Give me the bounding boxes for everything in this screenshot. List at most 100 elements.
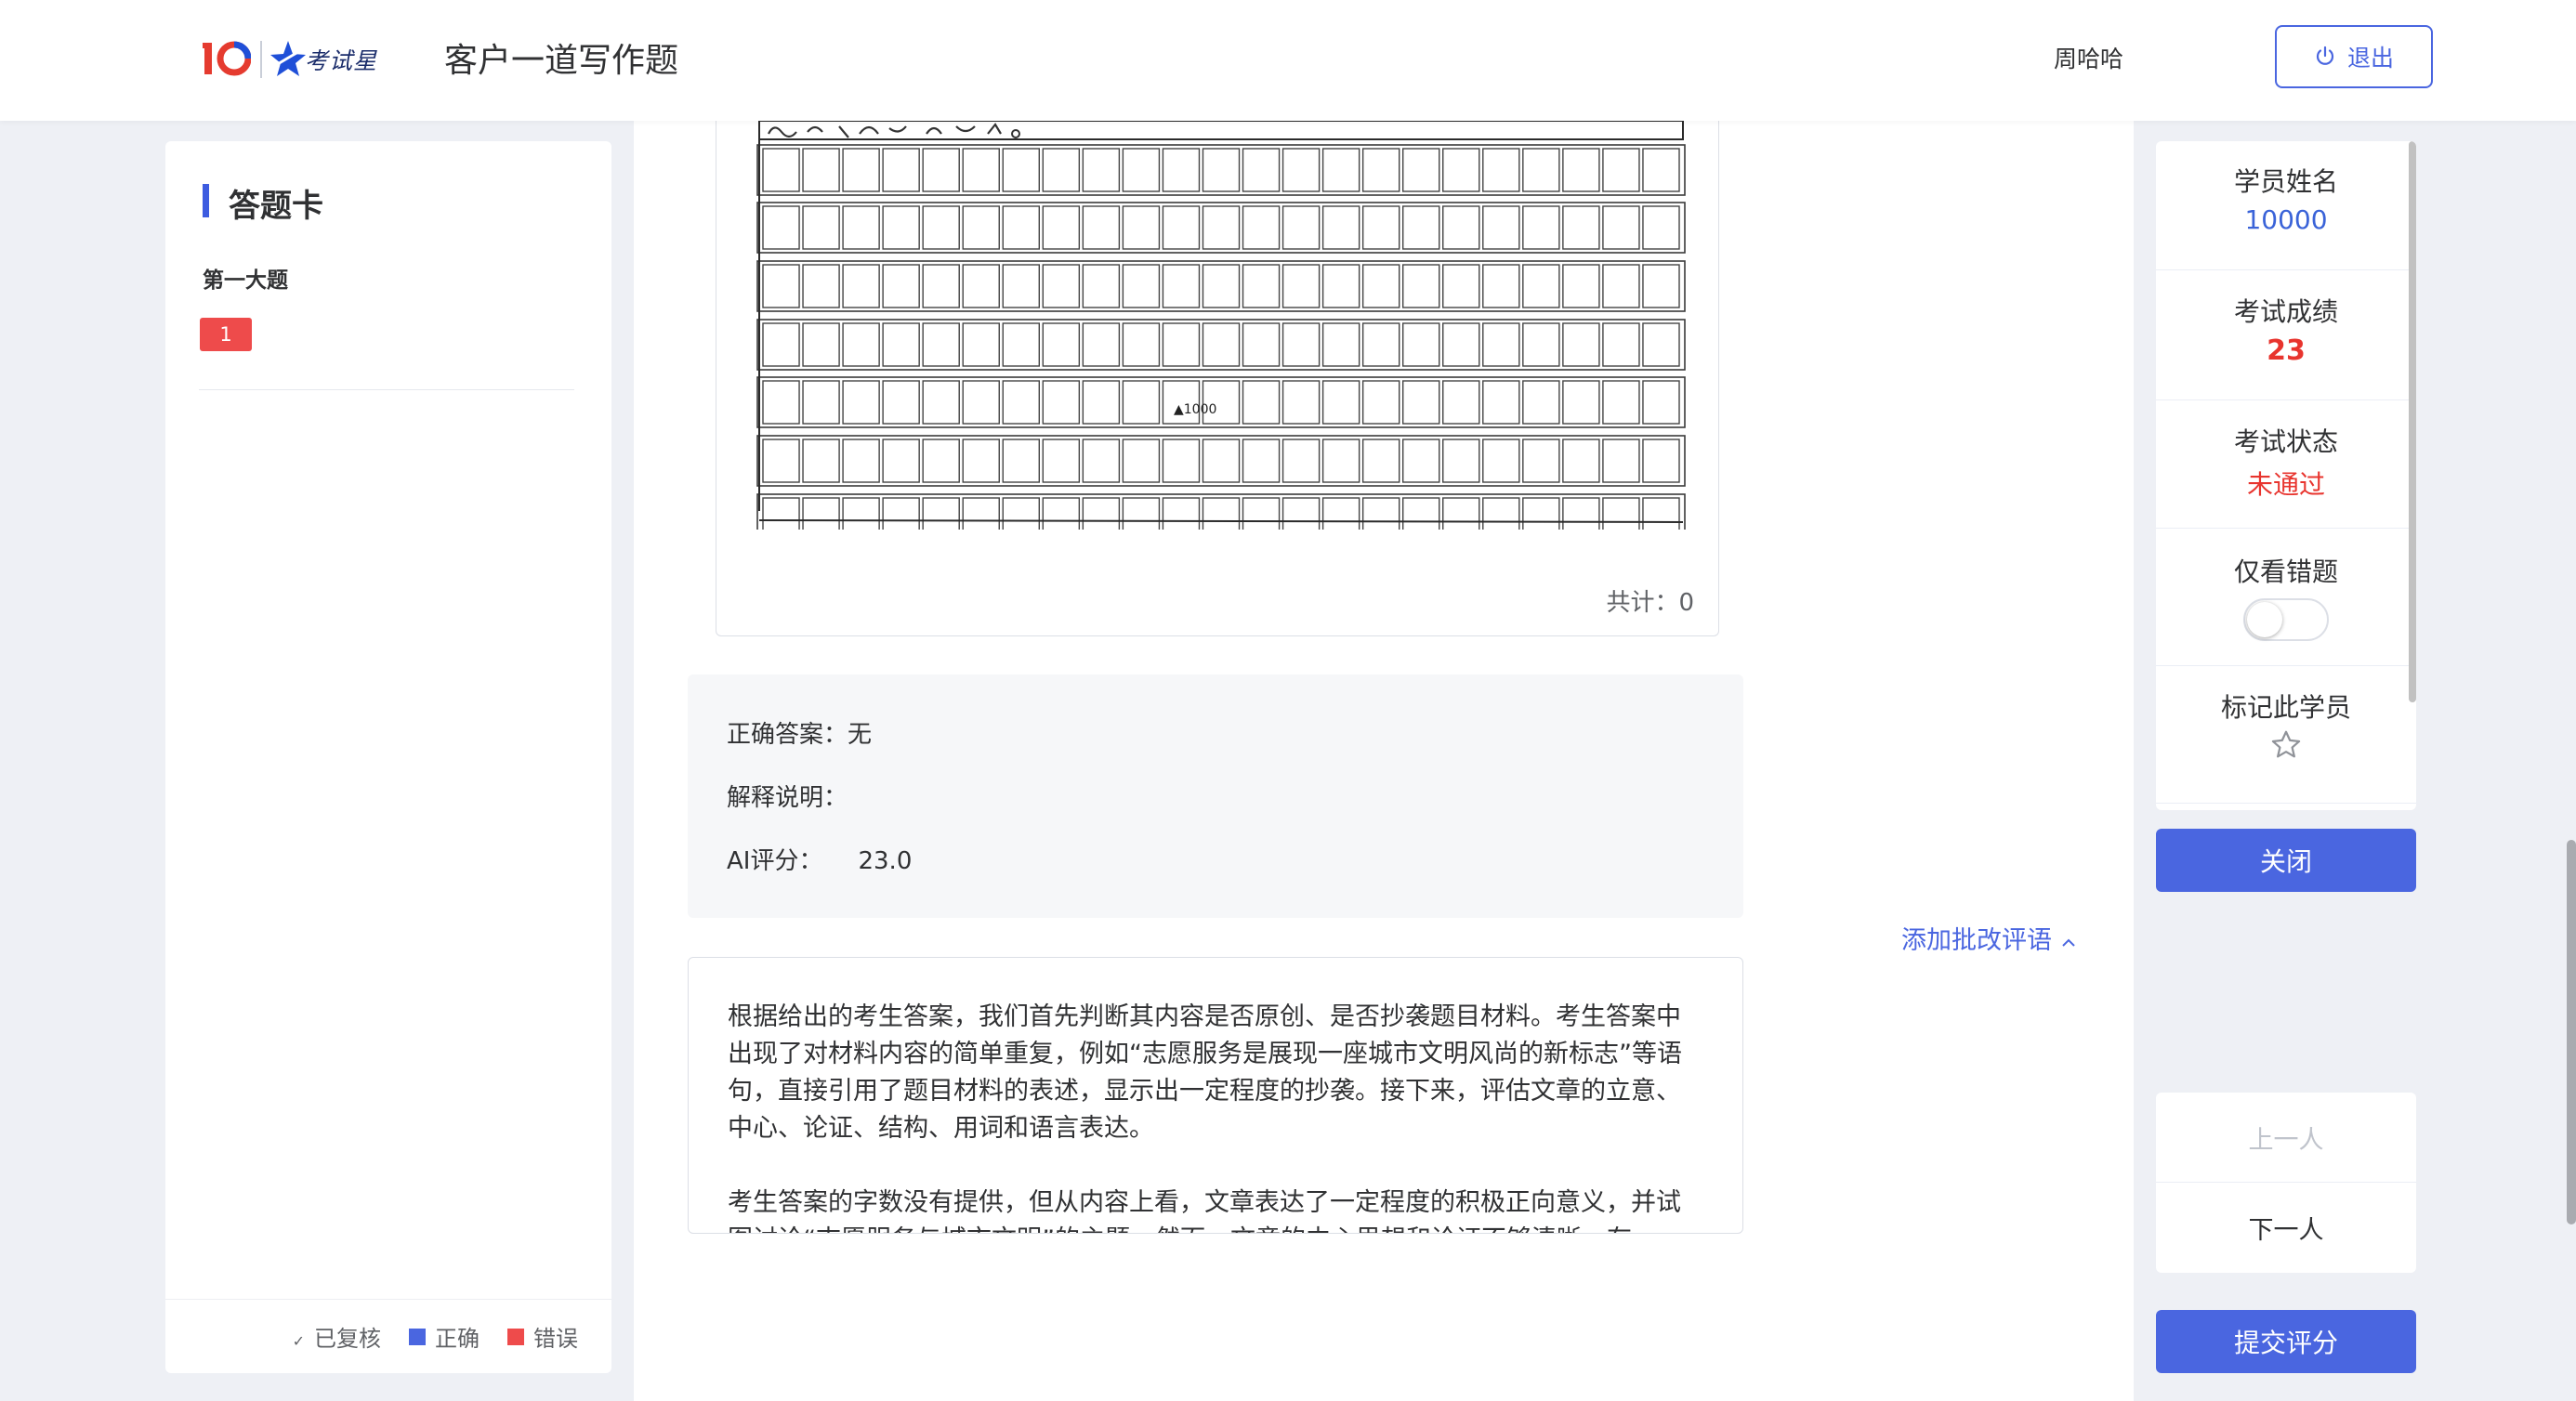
grid-cell xyxy=(1002,205,1041,250)
grid-cell xyxy=(882,439,920,483)
legend-correct: 正确 xyxy=(409,1320,480,1353)
exam-status-label: 考试状态 xyxy=(2233,426,2338,457)
grid-cell xyxy=(1602,148,1640,192)
total-count: 共计：0 xyxy=(1606,589,1694,617)
grid-cell xyxy=(1281,439,1321,483)
grid-cell xyxy=(882,322,920,367)
question-number-badge[interactable]: 1 xyxy=(200,318,252,351)
grid-cell xyxy=(842,205,880,250)
grid-cell xyxy=(922,148,960,192)
grid-cell xyxy=(922,264,960,308)
grid-cell xyxy=(762,439,800,483)
grid-cell xyxy=(1002,264,1041,308)
top-header: 考试星 客户一道写作题 周哈哈 退出 xyxy=(0,0,2576,121)
grid-cell xyxy=(1122,497,1161,530)
ai-score-label: AI评分： xyxy=(727,847,823,875)
handwritten-answer-sheet-image[interactable]: ▲1000 xyxy=(750,121,1689,530)
grid-cell xyxy=(962,439,1000,483)
explanation-line: 解释说明： xyxy=(727,779,848,813)
grid-cell xyxy=(1401,148,1440,192)
next-student-button[interactable]: 下一人 xyxy=(2156,1183,2416,1272)
grid-cell xyxy=(1202,148,1241,192)
star-outline-icon[interactable] xyxy=(2269,728,2303,762)
logo-separator xyxy=(260,41,262,78)
grid-cell xyxy=(962,380,1000,425)
legend-wrong: 错误 xyxy=(507,1320,578,1353)
grid-cell xyxy=(1401,264,1440,308)
grid-cell xyxy=(1281,264,1321,308)
add-comment-label: 添加批改评语 xyxy=(1901,926,2052,955)
grid-cell xyxy=(1482,205,1520,250)
submit-score-button[interactable]: 提交评分 xyxy=(2156,1310,2416,1373)
grid-cell xyxy=(1562,497,1600,530)
grid-cell xyxy=(1602,439,1640,483)
grid-cell xyxy=(1522,322,1560,367)
grid-cell xyxy=(1522,497,1560,530)
grid-cell xyxy=(802,380,840,425)
add-comment-link[interactable]: 添加批改评语 xyxy=(1901,920,2077,956)
grid-cell xyxy=(922,205,960,250)
grid-cell xyxy=(922,497,960,530)
check-icon: ✓ xyxy=(292,1332,305,1350)
grid-cell xyxy=(1562,264,1600,308)
grid-cell xyxy=(1361,322,1400,367)
grid-cell xyxy=(1642,148,1680,192)
grid-cell xyxy=(1162,439,1201,483)
grid-cell xyxy=(882,148,920,192)
grid-cell xyxy=(1122,380,1161,425)
grid-cell xyxy=(842,380,880,425)
grid-cell xyxy=(1642,205,1680,250)
grid-cell xyxy=(1122,322,1161,367)
grid-cell xyxy=(1202,264,1241,308)
grid-cell xyxy=(1281,380,1321,425)
grid-cell xyxy=(802,148,840,192)
grid-cell xyxy=(882,380,920,425)
logout-button[interactable]: 退出 xyxy=(2275,25,2433,88)
grid-cell xyxy=(1002,497,1041,530)
prev-student-button[interactable]: 上一人 xyxy=(2156,1093,2416,1183)
user-name[interactable]: 周哈哈 xyxy=(2054,41,2123,74)
grid-cell xyxy=(1361,439,1400,483)
grid-cell xyxy=(1122,148,1161,192)
grid-cell xyxy=(1482,439,1520,483)
brand-ten-logo-icon xyxy=(203,41,251,76)
grid-cell xyxy=(1401,205,1440,250)
grid-cell xyxy=(1321,439,1360,483)
student-info-panel: 学员姓名 10000 考试成绩 23 考试状态 未通过 仅看错题 标记此学员 xyxy=(2156,141,2416,810)
grid-cell xyxy=(922,380,960,425)
grid-cell xyxy=(1242,439,1281,483)
grid-cell xyxy=(1042,439,1081,483)
exam-score-row: 考试成绩 23 xyxy=(2156,269,2416,400)
exam-score-label: 考试成绩 xyxy=(2233,296,2338,327)
grid-cell xyxy=(962,148,1000,192)
grid-cell xyxy=(1281,205,1321,250)
exam-status-row: 考试状态 未通过 xyxy=(2156,399,2416,529)
grid-cell xyxy=(1602,380,1640,425)
grid-cell xyxy=(1242,148,1281,192)
grid-cell xyxy=(1242,322,1281,367)
grid-cell xyxy=(1642,439,1680,483)
ai-comment-box[interactable]: 根据给出的考生答案，我们首先判断其内容是否原创、是否抄袭题目材料。考生答案中出现… xyxy=(688,957,1743,1234)
grid-cell xyxy=(1002,380,1041,425)
grid-cell xyxy=(1401,380,1440,425)
grid-cell xyxy=(1042,322,1081,367)
close-button[interactable]: 关闭 xyxy=(2156,829,2416,892)
grid-cell xyxy=(1361,497,1400,530)
grid-cell xyxy=(962,264,1000,308)
grid-cell xyxy=(1002,322,1041,367)
page-scrollbar[interactable] xyxy=(2567,840,2576,1224)
grid-cell xyxy=(1482,322,1520,367)
grid-cell xyxy=(1321,205,1360,250)
student-navigation: 上一人 下一人 xyxy=(2156,1093,2416,1273)
grid-cell xyxy=(1442,205,1480,250)
grid-cell xyxy=(1522,205,1560,250)
ai-score-line: AI评分： 23.0 xyxy=(727,842,912,876)
grid-cell xyxy=(842,322,880,367)
grid-cell xyxy=(842,497,880,530)
grid-cell xyxy=(1562,380,1600,425)
panel-scrollbar[interactable] xyxy=(2409,141,2416,702)
grid-cell xyxy=(762,322,800,367)
wrong-only-toggle[interactable] xyxy=(2243,598,2329,641)
brand-logo-text: 考试星 xyxy=(305,47,378,74)
grid-cell xyxy=(1361,264,1400,308)
